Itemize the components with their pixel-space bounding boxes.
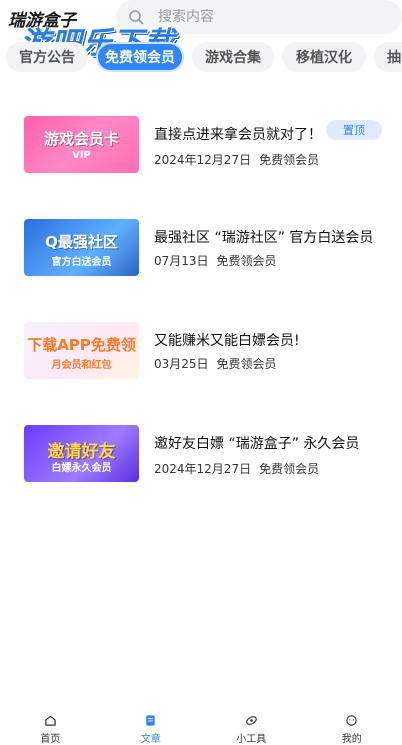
nav-profile[interactable]: 我的 <box>302 705 402 745</box>
nav-label: 首页 <box>40 734 61 745</box>
thumbnail-subtext: 官方白送会员 <box>51 257 112 268</box>
tab-game-collections[interactable]: 游戏合集 <box>192 42 274 72</box>
tab-lottery[interactable]: 抽 <box>374 42 402 72</box>
article-meta: 2024年12月27日 免费领会员 <box>154 151 319 168</box>
article-date: 2024年12月27日 <box>154 153 252 167</box>
article-date: 2024年12月27日 <box>154 462 252 476</box>
article-icon <box>146 715 155 726</box>
category-tabs: 官方公告 免费领会员 游戏合集 移植汉化 抽 <box>0 42 402 72</box>
bottom-nav: 首页 文章 小工具 我的 <box>0 705 402 745</box>
article-thumbnail: Q最强社区 官方白送会员 <box>24 219 139 276</box>
tools-icon <box>245 716 257 725</box>
nav-tools[interactable]: 小工具 <box>201 705 302 745</box>
tab-ported-localized[interactable]: 移植汉化 <box>282 42 366 72</box>
thumbnail-subtext: VIP <box>72 150 91 161</box>
nav-label: 我的 <box>341 734 362 745</box>
thumbnail-subtext: 月会员和红包 <box>51 360 112 371</box>
nav-home[interactable]: 首页 <box>0 705 101 745</box>
home-icon <box>45 715 56 726</box>
tab-announcements[interactable]: 官方公告 <box>6 42 88 72</box>
article-category: 免费领会员 <box>216 357 277 371</box>
header: 瑞游盒子 游吧乐下载 <box>0 0 402 61</box>
nav-label: 文章 <box>140 734 161 745</box>
profile-icon <box>346 715 357 726</box>
article-category: 免费领会员 <box>216 254 277 268</box>
article-title: 又能赚米又能白嫖会员! <box>154 333 300 349</box>
article-category: 免费领会员 <box>259 153 320 167</box>
nav-label: 小工具 <box>236 734 267 745</box>
thumbnail-text: 下载APP免费领 <box>27 336 136 354</box>
article-category: 免费领会员 <box>259 462 320 476</box>
tab-free-membership[interactable]: 免费领会员 <box>96 42 184 72</box>
thumbnail-text: 游戏会员卡 <box>43 130 119 148</box>
article-thumbnail: 邀请好友 白嫖永久会员 <box>24 425 139 482</box>
article-item[interactable]: Q最强社区 官方白送会员 最强社区 “瑞游社区” 官方白送会员 07月13日 免费… <box>0 209 402 283</box>
article-meta: 07月13日 免费领会员 <box>154 252 277 269</box>
article-meta: 03月25日 免费领会员 <box>154 355 277 372</box>
pinned-badge: 置顶 <box>326 120 382 140</box>
article-meta: 2024年12月27日 免费领会员 <box>154 460 319 477</box>
article-title: 最强社区 “瑞游社区” 官方白送会员 <box>154 230 374 246</box>
thumbnail-text: Q最强社区 <box>45 233 118 251</box>
thumbnail-subtext: 白嫖永久会员 <box>51 463 112 474</box>
article-thumbnail: 下载APP免费领 月会员和红包 <box>24 322 139 379</box>
article-title: 邀好友白嫖 “瑞游盒子” 永久会员 <box>154 436 360 452</box>
article-item[interactable]: 游戏会员卡 VIP 直接点进来拿会员就对了！ 置顶 2024年12月27日 免费领… <box>0 106 402 180</box>
search-input[interactable] <box>158 9 358 25</box>
page: 瑞游盒子 游吧乐下载 官方公告 免费领会员 游戏合集 移植汉化 抽 游戏会员卡 … <box>0 0 402 745</box>
article-date: 03月25日 <box>154 357 209 371</box>
article-item[interactable]: 下载APP免费领 月会员和红包 又能赚米又能白嫖会员! 03月25日 免费领会员 <box>0 312 402 386</box>
article-thumbnail: 游戏会员卡 VIP <box>24 116 139 173</box>
article-item[interactable]: 邀请好友 白嫖永久会员 邀好友白嫖 “瑞游盒子” 永久会员 2024年12月27… <box>0 415 402 489</box>
nav-articles[interactable]: 文章 <box>101 705 202 745</box>
article-date: 07月13日 <box>154 254 209 268</box>
